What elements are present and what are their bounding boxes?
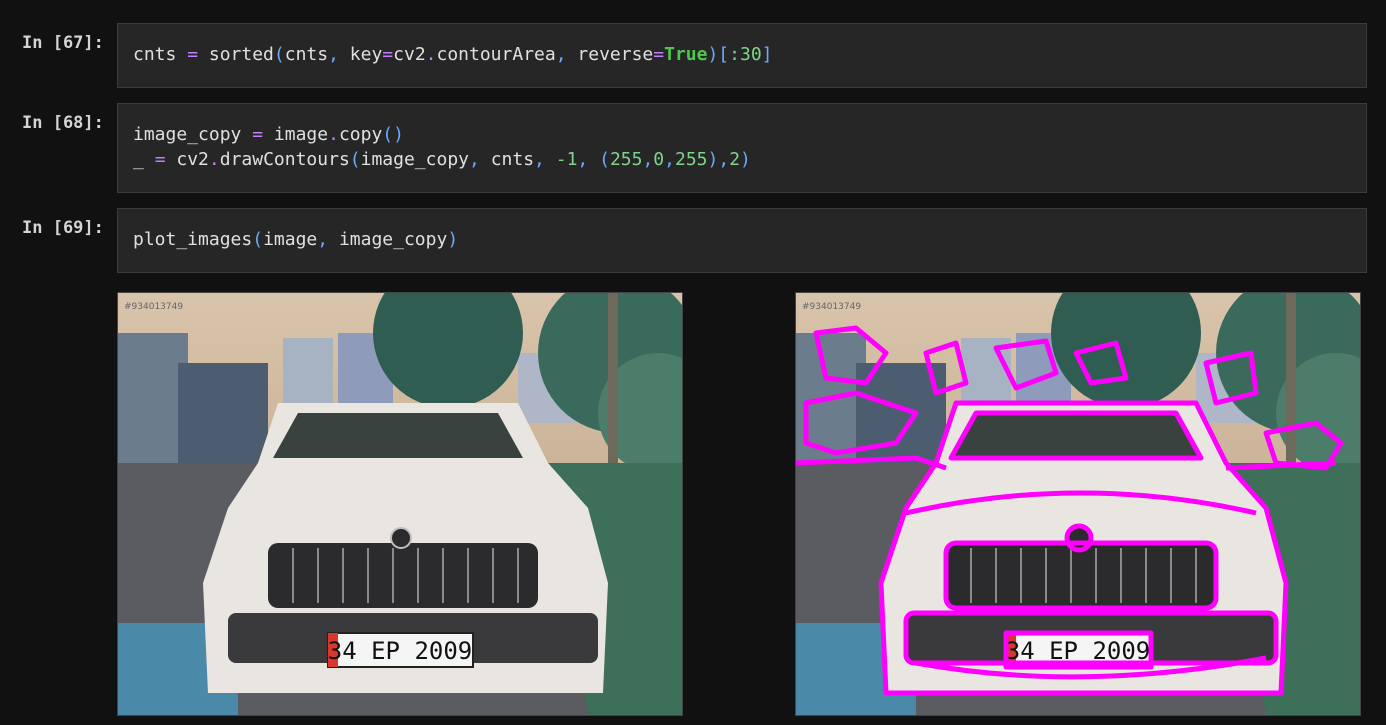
code-token: image — [263, 124, 329, 145]
code-token: -1 — [555, 149, 578, 170]
car-photo-contours: 34 EP 2009 #934013749 — [796, 293, 1360, 715]
code-token: ) — [447, 229, 459, 250]
code-token: ), — [707, 149, 730, 170]
code-token: 255 — [609, 149, 643, 170]
code-token: cnts — [133, 44, 188, 65]
code-token: :30 — [729, 44, 762, 65]
code-token: = — [154, 149, 166, 170]
code-token: () — [382, 124, 404, 145]
code-token: ) — [740, 149, 751, 170]
car-photo-original: 34 EP 2009 #934013749 — [118, 293, 682, 715]
code-cell-67[interactable]: cnts = sorted(cnts, key=cv2.contourArea,… — [117, 23, 1367, 88]
code-token: , — [555, 44, 578, 65]
code-token: , — [469, 149, 491, 170]
code-token: 2 — [729, 149, 741, 170]
code-line: image_copy = image.copy() — [133, 124, 404, 145]
code-cell-68[interactable]: image_copy = image.copy() _ = cv2.drawCo… — [117, 103, 1367, 193]
code-token: , — [328, 44, 350, 65]
code-line: _ = cv2.drawContours(image_copy, cnts, -… — [133, 149, 751, 170]
code-token: , — [664, 149, 675, 170]
code-token: plot_images — [133, 229, 253, 250]
code-token: , — [642, 149, 654, 170]
code-token: = — [252, 124, 264, 145]
code-token: image_copy — [133, 124, 253, 145]
code-token: _ — [133, 149, 155, 170]
code-token: cnts — [490, 149, 535, 170]
code-token: = — [382, 44, 394, 65]
code-token: , ( — [577, 149, 610, 170]
code-cell-69[interactable]: plot_images(image, image_copy) — [117, 208, 1367, 273]
code-token: ] — [761, 44, 773, 65]
code-token: 0 — [653, 149, 665, 170]
code-token: drawContours — [219, 149, 350, 170]
code-token: cnts — [284, 44, 329, 65]
code-token: )[ — [707, 44, 730, 65]
code-token: ( — [349, 149, 361, 170]
code-token: key — [349, 44, 383, 65]
code-token: = — [187, 44, 199, 65]
code-token: image_copy — [338, 229, 448, 250]
code-token: image_copy — [360, 149, 469, 170]
code-token: copy — [338, 124, 383, 145]
code-token: . — [208, 149, 220, 170]
code-token: ( — [252, 229, 264, 250]
code-token: reverse — [577, 44, 654, 65]
cell-prompt-67: In [67]: — [22, 33, 104, 53]
code-token: sorted — [198, 44, 274, 65]
code-token: . — [328, 124, 339, 145]
output-image-contours: 34 EP 2009 #934013749 — [795, 292, 1361, 716]
code-token: image — [263, 229, 318, 250]
code-token: , — [317, 229, 339, 250]
code-token: cv2 — [393, 44, 426, 65]
watermark-text: #934013749 — [124, 302, 183, 312]
cell-prompt-69: In [69]: — [22, 218, 104, 238]
code-token: True — [664, 44, 708, 65]
code-line: plot_images(image, image_copy) — [133, 229, 458, 250]
code-line: cnts = sorted(cnts, key=cv2.contourArea,… — [133, 44, 773, 65]
code-token: 255 — [674, 149, 708, 170]
watermark-text: #934013749 — [802, 302, 861, 312]
code-token: contourArea — [436, 44, 556, 65]
code-token: , — [534, 149, 556, 170]
cell-prompt-68: In [68]: — [22, 113, 104, 133]
code-token: cv2 — [165, 149, 209, 170]
code-token: . — [425, 44, 437, 65]
plate-text: 34 EP 2009 — [328, 637, 473, 665]
output-image-original: 34 EP 2009 #934013749 — [117, 292, 683, 716]
code-token: = — [653, 44, 665, 65]
code-token: ( — [273, 44, 285, 65]
